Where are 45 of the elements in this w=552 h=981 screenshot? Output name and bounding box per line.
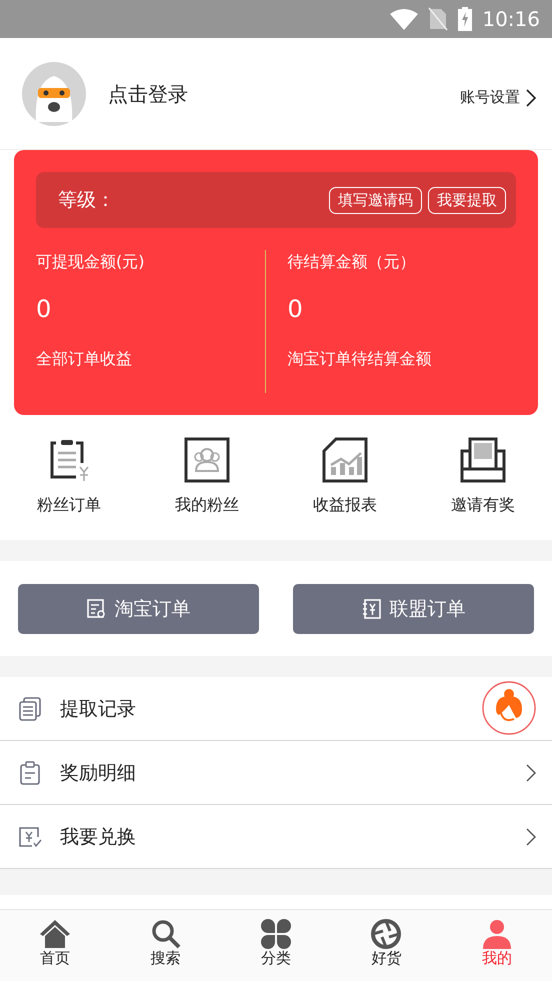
chevron-right-icon <box>526 88 536 106</box>
yen-check-icon <box>18 824 42 848</box>
menu-row[interactable]: 奖励明细 <box>0 741 552 805</box>
amount-label: 可提现金额(元) <box>36 252 146 273</box>
tab[interactable]: 分类 <box>220 910 332 981</box>
person-icon <box>480 919 513 949</box>
clock-time: 10:16 <box>482 7 540 31</box>
tab[interactable]: 搜索 <box>110 910 221 981</box>
shortcut-label[interactable]: 粉丝订单 <box>37 495 101 516</box>
document-search-icon <box>86 598 106 618</box>
level-label: 等级： <box>58 188 116 213</box>
outline-button[interactable]: 填写邀请码 <box>329 186 422 214</box>
people-icon[interactable] <box>184 437 230 483</box>
shortcut-label[interactable]: 邀请有奖 <box>451 495 515 516</box>
avatar-icon[interactable] <box>22 62 86 126</box>
four-leaf-icon <box>260 919 292 949</box>
no-sim-icon <box>428 7 448 31</box>
battery-charging-icon <box>458 7 472 31</box>
amount-value: 0 <box>288 295 304 323</box>
documents-icon <box>18 696 42 720</box>
amount-value: 0 <box>36 295 52 323</box>
account-settings-link[interactable]: 账号设置 <box>460 88 536 107</box>
amount-label: 待结算金额（元） <box>288 252 416 273</box>
order-button[interactable]: 淘宝订单 <box>18 584 259 634</box>
chart-report-icon[interactable] <box>322 437 368 483</box>
envelope-tray-icon[interactable] <box>460 437 506 483</box>
shortcut-label[interactable]: 收益报表 <box>313 495 377 516</box>
login-link[interactable]: 点击登录 <box>108 82 460 106</box>
chevron-right-icon <box>526 828 536 846</box>
tab[interactable]: 首页 <box>0 910 110 981</box>
yen-notebook-icon <box>362 598 382 618</box>
tab[interactable]: 好货 <box>331 910 442 981</box>
amount-caption: 淘宝订单待结算金额 <box>288 349 432 370</box>
clipboard-icon <box>18 760 42 784</box>
home-icon <box>39 919 72 949</box>
search-icon <box>150 919 182 949</box>
aperture-icon <box>370 919 402 949</box>
order-button[interactable]: 联盟订单 <box>293 584 534 634</box>
wifi-icon <box>390 8 418 30</box>
customer-service-icon[interactable] <box>482 681 536 735</box>
shortcut-label[interactable]: 我的粉丝 <box>175 495 239 516</box>
tab[interactable]: 我的 <box>442 910 552 981</box>
amount-caption: 全部订单收益 <box>36 349 133 370</box>
outline-button[interactable]: 我要提取 <box>428 186 506 214</box>
chevron-right-icon <box>526 764 536 782</box>
